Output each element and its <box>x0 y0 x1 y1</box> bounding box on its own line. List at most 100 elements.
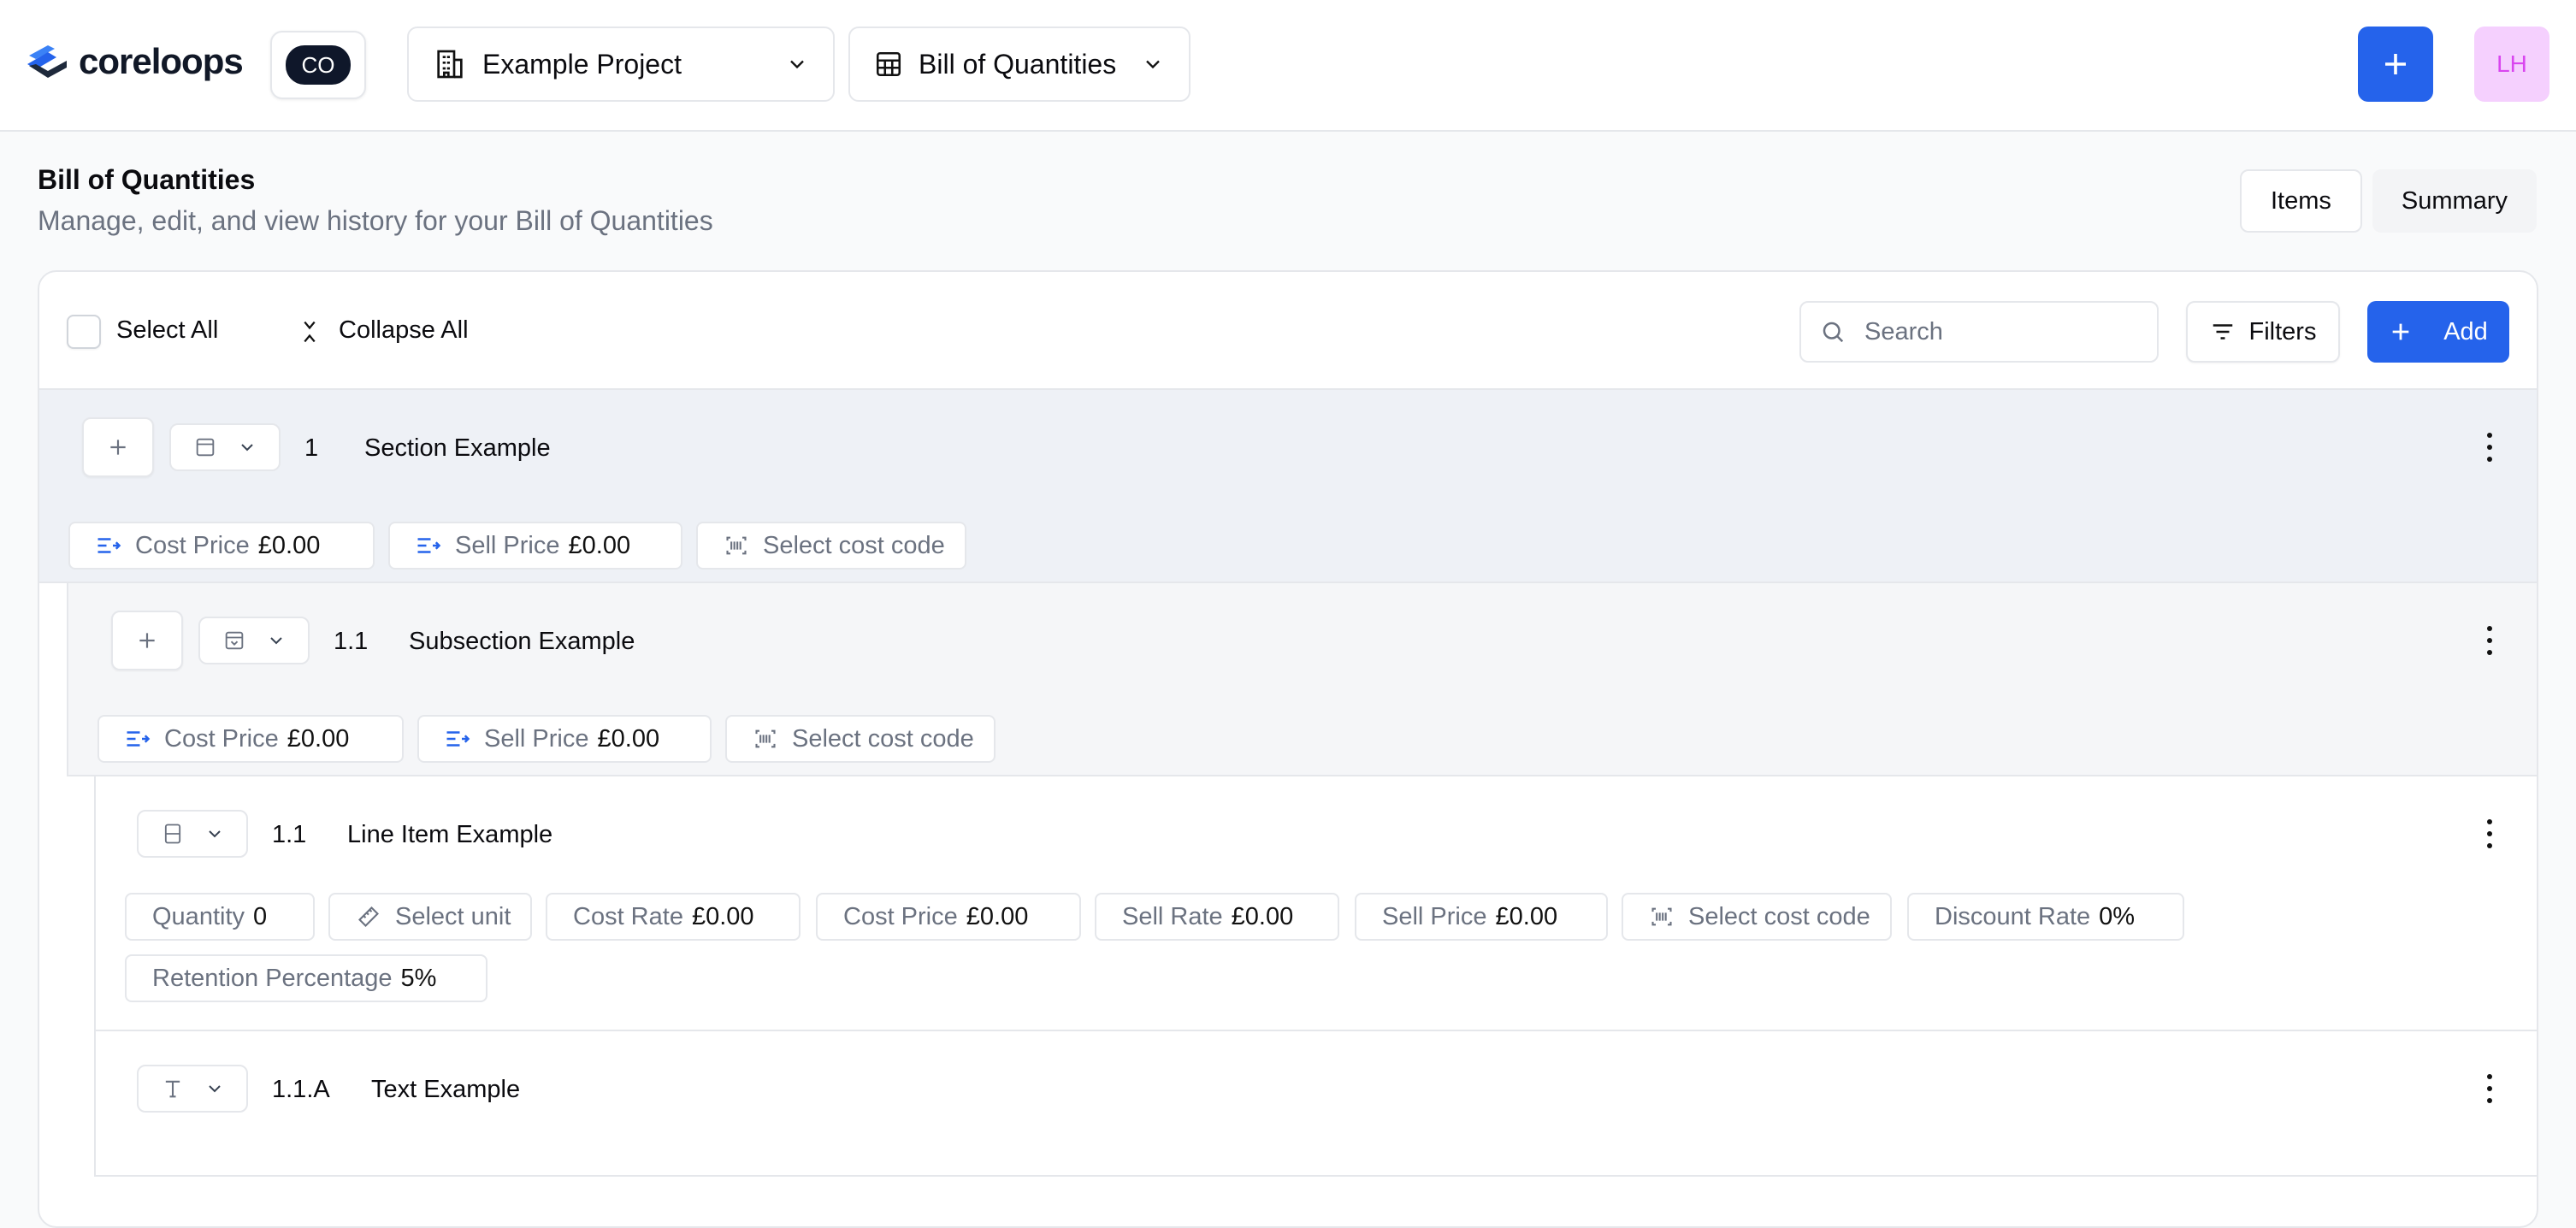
module-selector[interactable]: Bill of Quantities <box>848 27 1191 102</box>
chip-value: £0.00 <box>257 531 321 559</box>
chip-label: Select cost code <box>763 531 945 559</box>
org-switcher-button[interactable]: CO <box>270 31 366 99</box>
section-type-icon <box>196 438 214 457</box>
text-item-row[interactable]: 1.1.A Text Example <box>94 1031 2537 1177</box>
chip-label: Sell Price <box>1382 902 1487 930</box>
chip-value: £0.00 <box>1495 902 1558 930</box>
building-icon <box>437 50 463 79</box>
add-button[interactable]: Add <box>2367 301 2509 363</box>
chip-label: Sell Price <box>484 724 589 753</box>
formula-icon <box>446 731 470 747</box>
add-child-button[interactable] <box>111 611 183 670</box>
boq-card: Select All Collapse All Filters Add 1 Se… <box>38 270 2538 1228</box>
chip-label: Retention Percentage <box>152 964 393 992</box>
row-number: 1 <box>304 434 319 462</box>
collapse-all-button[interactable]: Collapse All <box>339 316 469 345</box>
chip-label: Quantity <box>152 902 245 930</box>
create-button[interactable] <box>2358 27 2433 102</box>
line-item-row[interactable]: 1.1 Line Item Example Quantity 0 Select … <box>94 776 2537 1031</box>
filters-label: Filters <box>2248 317 2317 345</box>
chip-value: 0 <box>253 902 268 930</box>
row-type-dropdown[interactable] <box>198 617 310 664</box>
page-subtitle: Manage, edit, and view history for your … <box>38 205 713 236</box>
cost-price-chip[interactable]: Cost Price £0.00 <box>816 893 1081 941</box>
cost-code-chip[interactable]: Select cost code <box>696 522 966 570</box>
subsection-type-icon <box>225 631 243 650</box>
chip-value: 5% <box>400 964 437 992</box>
more-options-icon[interactable] <box>2485 819 2494 848</box>
chip-label: Cost Price <box>135 531 250 559</box>
chip-label: Discount Rate <box>1935 902 2091 930</box>
row-type-dropdown[interactable] <box>169 423 281 471</box>
logo-text: coreloops <box>79 41 244 81</box>
chip-label: Sell Price <box>455 531 560 559</box>
more-options-icon[interactable] <box>2485 626 2494 655</box>
section-row[interactable]: 1 Section Example Cost Price £0.00 Sell … <box>39 390 2537 583</box>
add-child-button[interactable] <box>82 417 154 477</box>
sell-price-chip[interactable]: Sell Price £0.00 <box>388 522 682 570</box>
cost-code-chip[interactable]: Select cost code <box>1622 893 1892 941</box>
formula-icon <box>417 538 441 553</box>
collapse-icon[interactable] <box>298 318 322 345</box>
sell-price-chip[interactable]: Sell Price £0.00 <box>417 715 712 763</box>
formula-icon <box>127 731 151 747</box>
plus-icon <box>110 440 126 455</box>
chevron-down-icon <box>1146 60 1160 69</box>
line-item-type-icon <box>164 824 180 844</box>
org-initials: CO <box>286 45 351 85</box>
cost-code-chip[interactable]: Select cost code <box>725 715 996 763</box>
barcode-icon <box>1651 907 1672 926</box>
select-all-label[interactable]: Select All <box>116 316 218 345</box>
logo[interactable]: coreloops <box>24 38 244 86</box>
chip-value: £0.00 <box>597 724 660 753</box>
more-options-icon[interactable] <box>2485 1074 2494 1103</box>
discount-rate-chip[interactable]: Discount Rate 0% <box>1907 893 2184 941</box>
project-selector[interactable]: Example Project <box>407 27 835 102</box>
sell-price-chip[interactable]: Sell Price £0.00 <box>1355 893 1608 941</box>
chip-value: £0.00 <box>1231 902 1294 930</box>
chevron-down-icon <box>240 444 253 452</box>
filters-button[interactable]: Filters <box>2186 301 2340 363</box>
sell-rate-chip[interactable]: Sell Rate £0.00 <box>1095 893 1339 941</box>
chip-label: Select unit <box>395 902 511 930</box>
search-box[interactable] <box>1799 301 2159 363</box>
page-title: Bill of Quantities <box>38 164 256 195</box>
tab-items[interactable]: Items <box>2240 169 2362 233</box>
user-avatar[interactable]: LH <box>2474 27 2549 102</box>
cost-price-chip[interactable]: Cost Price £0.00 <box>97 715 404 763</box>
row-type-dropdown[interactable] <box>137 810 248 858</box>
module-name: Bill of Quantities <box>919 48 1117 80</box>
more-options-icon[interactable] <box>2485 433 2494 462</box>
chip-value: £0.00 <box>691 902 754 930</box>
cost-rate-chip[interactable]: Cost Rate £0.00 <box>546 893 801 941</box>
plus-icon <box>2385 54 2406 74</box>
chevron-down-icon <box>269 637 282 645</box>
coreloops-logo-icon <box>27 45 67 78</box>
ruler-icon <box>358 906 379 927</box>
barcode-icon <box>726 536 747 555</box>
quantity-chip[interactable]: Quantity 0 <box>125 893 315 941</box>
select-all-checkbox[interactable] <box>67 315 101 349</box>
row-number: 1.1 <box>334 628 369 655</box>
barcode-icon <box>755 729 776 748</box>
row-number: 1.1.A <box>272 1076 330 1103</box>
row-title[interactable]: Section Example <box>364 434 551 463</box>
chip-label: Select cost code <box>792 724 974 753</box>
row-type-dropdown[interactable] <box>137 1065 248 1113</box>
chip-label: Sell Rate <box>1122 902 1223 930</box>
row-title[interactable]: Line Item Example <box>347 821 552 849</box>
chip-label: Select cost code <box>1688 902 1870 930</box>
row-number: 1.1 <box>272 821 307 848</box>
view-tabs: Items Summary <box>2240 169 2537 233</box>
boq-toolbar: Select All Collapse All Filters Add <box>39 272 2537 390</box>
cost-price-chip[interactable]: Cost Price £0.00 <box>68 522 375 570</box>
retention-chip[interactable]: Retention Percentage 5% <box>125 954 487 1002</box>
unit-chip[interactable]: Select unit <box>328 893 532 941</box>
search-input[interactable] <box>1864 317 2121 346</box>
tab-summary[interactable]: Summary <box>2372 169 2537 233</box>
subsection-row[interactable]: 1.1 Subsection Example Cost Price £0.00 … <box>67 583 2537 776</box>
row-title[interactable]: Text Example <box>371 1076 520 1104</box>
project-name: Example Project <box>482 48 682 80</box>
row-title[interactable]: Subsection Example <box>409 628 635 656</box>
plus-icon <box>2392 323 2409 340</box>
